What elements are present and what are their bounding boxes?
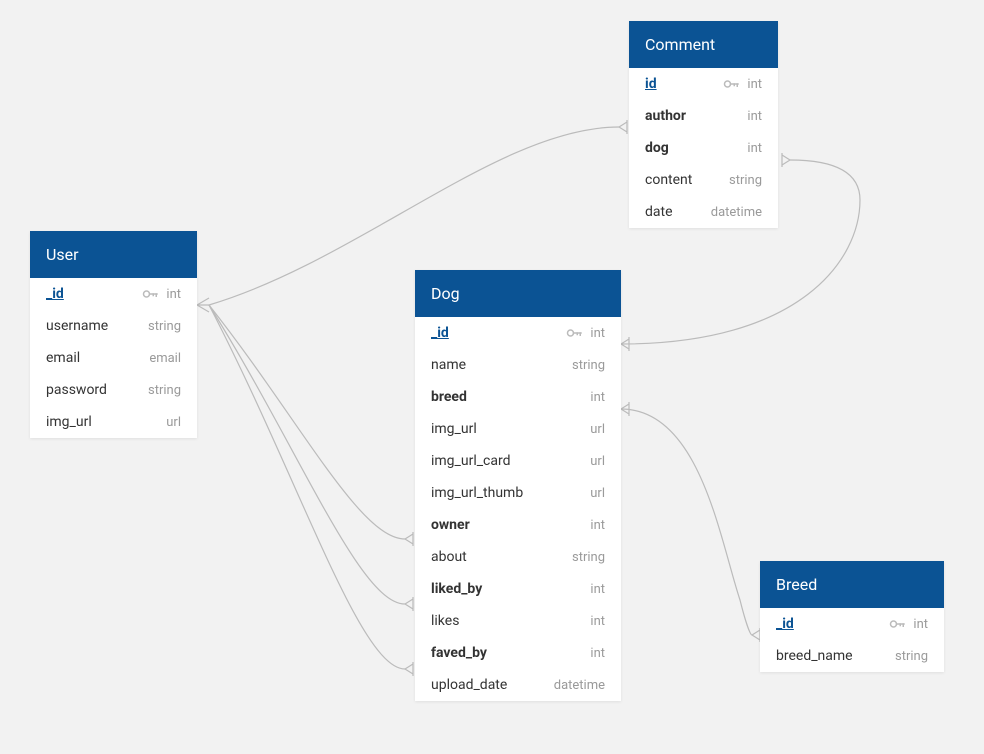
entity-user[interactable]: User _id int username string email email p… <box>30 231 197 438</box>
field-name: id <box>645 76 657 92</box>
entity-comment[interactable]: Comment id int author int dog int content s… <box>629 21 778 228</box>
field-type: string <box>148 319 181 334</box>
field-row: password string <box>30 374 197 406</box>
field-row: username string <box>30 310 197 342</box>
field-type: int <box>590 390 605 405</box>
field-type: int <box>590 582 605 597</box>
field-type: datetime <box>554 678 605 693</box>
field-name: liked_by <box>431 581 482 597</box>
field-row: about string <box>415 541 621 573</box>
entity-title: Breed <box>760 561 944 608</box>
field-name: _id <box>46 286 64 302</box>
field-row: upload_date datetime <box>415 669 621 701</box>
field-row: img_url_card url <box>415 445 621 477</box>
field-row: img_url url <box>30 406 197 438</box>
field-row: breed_name string <box>760 640 944 672</box>
field-name: img_url <box>46 414 92 430</box>
field-type: email <box>149 351 181 366</box>
entity-title: Comment <box>629 21 778 68</box>
field-type: string <box>895 649 928 664</box>
key-icon <box>723 79 741 89</box>
field-type: url <box>166 415 181 430</box>
key-icon <box>142 289 160 299</box>
field-name: likes <box>431 613 459 629</box>
field-row: email email <box>30 342 197 374</box>
field-type: string <box>572 358 605 373</box>
field-row: faved_by int <box>415 637 621 669</box>
field-type: string <box>572 550 605 565</box>
field-type: int <box>747 109 762 124</box>
field-row: owner int <box>415 509 621 541</box>
field-name: upload_date <box>431 677 507 693</box>
field-row: name string <box>415 349 621 381</box>
field-row: likes int <box>415 605 621 637</box>
field-name: name <box>431 357 466 373</box>
field-type: int <box>913 617 928 632</box>
field-type: string <box>729 173 762 188</box>
field-name: _id <box>431 325 449 341</box>
field-name: img_url_thumb <box>431 485 523 501</box>
field-row: author int <box>629 100 778 132</box>
field-name: date <box>645 204 673 220</box>
field-type: url <box>590 486 605 501</box>
field-name: _id <box>776 616 794 632</box>
field-type: int <box>747 141 762 156</box>
field-row: img_url url <box>415 413 621 445</box>
field-type: int <box>166 287 181 302</box>
field-row: _id int <box>415 317 621 349</box>
field-name: owner <box>431 517 470 533</box>
field-row: date datetime <box>629 196 778 228</box>
field-name: username <box>46 318 108 334</box>
field-row: _id int <box>760 608 944 640</box>
field-row: content string <box>629 164 778 196</box>
field-type: url <box>590 454 605 469</box>
field-name: content <box>645 172 692 188</box>
field-name: img_url <box>431 421 477 437</box>
field-type: string <box>148 383 181 398</box>
field-name: dog <box>645 140 669 156</box>
field-type: int <box>590 326 605 341</box>
entity-title: User <box>30 231 197 278</box>
entity-dog[interactable]: Dog _id int namestring breedint img_urlu… <box>415 270 621 701</box>
entity-breed[interactable]: Breed _id int breed_name string <box>760 561 944 672</box>
entity-title: Dog <box>415 270 621 317</box>
field-row: _id int <box>30 278 197 310</box>
field-name: breed <box>431 389 467 405</box>
field-type: int <box>590 614 605 629</box>
field-row: dog int <box>629 132 778 164</box>
field-name: author <box>645 108 686 124</box>
field-type: url <box>590 422 605 437</box>
field-type: datetime <box>711 205 762 220</box>
field-name: img_url_card <box>431 453 511 469</box>
key-icon <box>889 619 907 629</box>
field-type: int <box>590 646 605 661</box>
field-name: about <box>431 549 467 565</box>
key-icon <box>566 328 584 338</box>
field-row: liked_by int <box>415 573 621 605</box>
field-name: password <box>46 382 107 398</box>
field-row: breed int <box>415 381 621 413</box>
field-row: id int <box>629 68 778 100</box>
field-type: int <box>747 77 762 92</box>
field-name: email <box>46 350 80 366</box>
field-row: img_url_thumb url <box>415 477 621 509</box>
field-name: breed_name <box>776 648 853 664</box>
field-name: faved_by <box>431 645 487 661</box>
field-type: int <box>590 518 605 533</box>
